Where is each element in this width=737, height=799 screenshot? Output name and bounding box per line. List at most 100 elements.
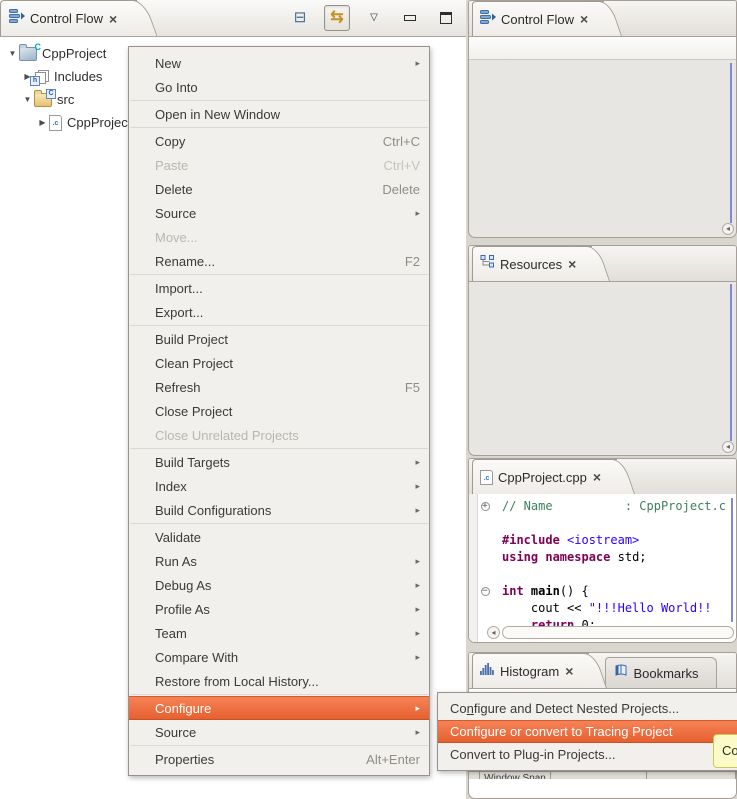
- menu-item-run-as[interactable]: Run As▸: [129, 549, 429, 573]
- scroll-left-icon[interactable]: ◂: [722, 223, 734, 235]
- link-with-editor-button[interactable]: ⇆: [324, 5, 350, 31]
- icon-badge: .c: [50, 120, 61, 127]
- submenu-arrow-icon: ▸: [410, 556, 420, 567]
- menu-item-compare-with[interactable]: Compare With▸: [129, 645, 429, 669]
- close-icon[interactable]: ×: [568, 257, 576, 271]
- menu-item-label: Build Project: [155, 332, 420, 347]
- cfile-icon: .c: [49, 115, 62, 131]
- menu-item-configure-and-detect-nested-projects[interactable]: Configure and Detect Nested Projects...: [438, 697, 737, 720]
- menu-item-refresh[interactable]: RefreshF5: [129, 375, 429, 399]
- scroll-left-icon[interactable]: ◂: [487, 626, 500, 639]
- minimize-button[interactable]: [398, 6, 422, 30]
- tab-control-flow-right[interactable]: Control Flow ×: [472, 1, 604, 36]
- menu-item-label: Index: [155, 479, 410, 494]
- tab-histogram[interactable]: Histogram ×: [472, 653, 589, 688]
- tooltip: Co: [713, 734, 737, 768]
- menu-item-configure[interactable]: Configure▸: [129, 696, 429, 720]
- menu-item-validate[interactable]: Validate: [129, 525, 429, 549]
- maximize-button[interactable]: [434, 6, 458, 30]
- menu-item-label: Profile As: [155, 602, 410, 617]
- menu-item-label: Build Configurations: [155, 503, 410, 518]
- close-icon[interactable]: ×: [593, 470, 601, 484]
- submenu-arrow-icon: ▸: [410, 481, 420, 492]
- menu-item-properties[interactable]: PropertiesAlt+Enter: [129, 747, 429, 771]
- expander-open-icon[interactable]: ▼: [6, 49, 19, 58]
- view-toolbar-strip: [469, 37, 736, 60]
- horizontal-scrollbar[interactable]: ◂: [487, 626, 734, 639]
- scrollbar-track[interactable]: [502, 626, 734, 639]
- menu-item-delete[interactable]: DeleteDelete: [129, 177, 429, 201]
- close-icon[interactable]: ×: [109, 12, 117, 26]
- menu-item-rename[interactable]: Rename...F2: [129, 249, 429, 273]
- code-token: cout <<: [502, 600, 589, 617]
- menu-shortcut: F2: [405, 254, 420, 269]
- icon-badge: .c: [481, 475, 492, 482]
- view-menu-button[interactable]: ▽: [362, 6, 386, 30]
- menu-item-index[interactable]: Index▸: [129, 474, 429, 498]
- icon-badge: h: [30, 76, 40, 86]
- menu-item-convert-to-plug-in-projects[interactable]: Convert to Plug-in Projects...: [438, 743, 737, 766]
- menu-item-source[interactable]: Source▸: [129, 201, 429, 225]
- scroll-left-icon[interactable]: ◂: [722, 441, 734, 453]
- tree-item-label: CppProject: [42, 46, 106, 61]
- submenu-arrow-icon: ▸: [410, 58, 420, 69]
- menu-item-restore-from-local-history[interactable]: Restore from Local History...: [129, 669, 429, 693]
- menu-separator: [130, 325, 428, 326]
- editor-panel: .c CppProject.cpp × +// Name : CppProjec…: [468, 458, 737, 643]
- menu-item-profile-as[interactable]: Profile As▸: [129, 597, 429, 621]
- tab-bookmarks[interactable]: Bookmarks: [605, 657, 717, 688]
- expander-open-icon[interactable]: ▼: [21, 95, 34, 104]
- menu-item-source[interactable]: Source▸: [129, 720, 429, 744]
- menu-item-close-project[interactable]: Close Project: [129, 399, 429, 423]
- code-token: () {: [560, 583, 589, 600]
- menu-item-close-unrelated-projects: Close Unrelated Projects: [129, 423, 429, 447]
- menu-item-export[interactable]: Export...: [129, 300, 429, 324]
- vertical-scrollbar[interactable]: [730, 63, 732, 223]
- menu-item-import[interactable]: Import...: [129, 276, 429, 300]
- menu-item-new[interactable]: New▸: [129, 51, 429, 75]
- tab-cppproject-cpp[interactable]: .c CppProject.cpp ×: [472, 459, 617, 494]
- tab-resources[interactable]: Resources ×: [472, 246, 592, 281]
- close-icon[interactable]: ×: [565, 664, 573, 678]
- code-token: std;: [610, 549, 646, 566]
- menu-item-label: Compare With: [155, 650, 410, 665]
- control-flow-icon: [9, 9, 25, 28]
- collapse-all-button[interactable]: ⊟: [288, 6, 312, 30]
- menu-separator: [130, 745, 428, 746]
- configure-submenu: Configure and Detect Nested Projects...C…: [437, 692, 737, 771]
- menu-item-configure-or-convert-to-tracing-project[interactable]: Configure or convert to Tracing Project: [438, 720, 737, 743]
- vertical-scrollbar[interactable]: [731, 498, 733, 622]
- menu-separator: [130, 100, 428, 101]
- fold-minus-icon: −: [478, 587, 492, 596]
- code-area[interactable]: +// Name : CppProject.c#include <iostrea…: [478, 498, 736, 634]
- menu-item-build-targets[interactable]: Build Targets▸: [129, 450, 429, 474]
- bottom-tabbar: Histogram × Bookmarks: [469, 653, 736, 689]
- close-icon[interactable]: ×: [580, 12, 588, 26]
- menu-item-copy[interactable]: CopyCtrl+C: [129, 129, 429, 153]
- menu-item-build-configurations[interactable]: Build Configurations▸: [129, 498, 429, 522]
- submenu-arrow-icon: ▸: [410, 208, 420, 219]
- includes-icon: h: [34, 70, 49, 83]
- left-tabbar: Control Flow × ⊟ ⇆ ▽: [0, 0, 466, 37]
- maximize-icon: [440, 12, 452, 24]
- editor-tabbar: .c CppProject.cpp ×: [469, 459, 736, 495]
- menu-item-build-project[interactable]: Build Project: [129, 327, 429, 351]
- menu-item-clean-project[interactable]: Clean Project: [129, 351, 429, 375]
- code-editor[interactable]: +// Name : CppProject.c#include <iostrea…: [469, 494, 736, 642]
- menu-separator: [130, 127, 428, 128]
- expander-closed-icon[interactable]: ▶: [36, 118, 49, 127]
- menu-item-label: Open in New Window: [155, 107, 420, 122]
- code-token: [538, 549, 545, 566]
- menu-item-label: Team: [155, 626, 410, 641]
- code-line: +// Name : CppProject.c: [478, 498, 736, 515]
- context-menu: New▸Go Into Open in New Window CopyCtrl+C P…: [128, 46, 430, 776]
- header-cell: [469, 772, 480, 779]
- menu-item-debug-as[interactable]: Debug As▸: [129, 573, 429, 597]
- histogram-icon: [480, 662, 495, 680]
- menu-item-go-into[interactable]: Go Into: [129, 75, 429, 99]
- vertical-scrollbar[interactable]: [730, 284, 732, 441]
- menu-item-open-in-new-window[interactable]: Open in New Window: [129, 102, 429, 126]
- tab-control-flow[interactable]: Control Flow ×: [0, 0, 137, 36]
- control-flow-right-panel: Control Flow × ◂: [468, 0, 737, 238]
- menu-item-team[interactable]: Team▸: [129, 621, 429, 645]
